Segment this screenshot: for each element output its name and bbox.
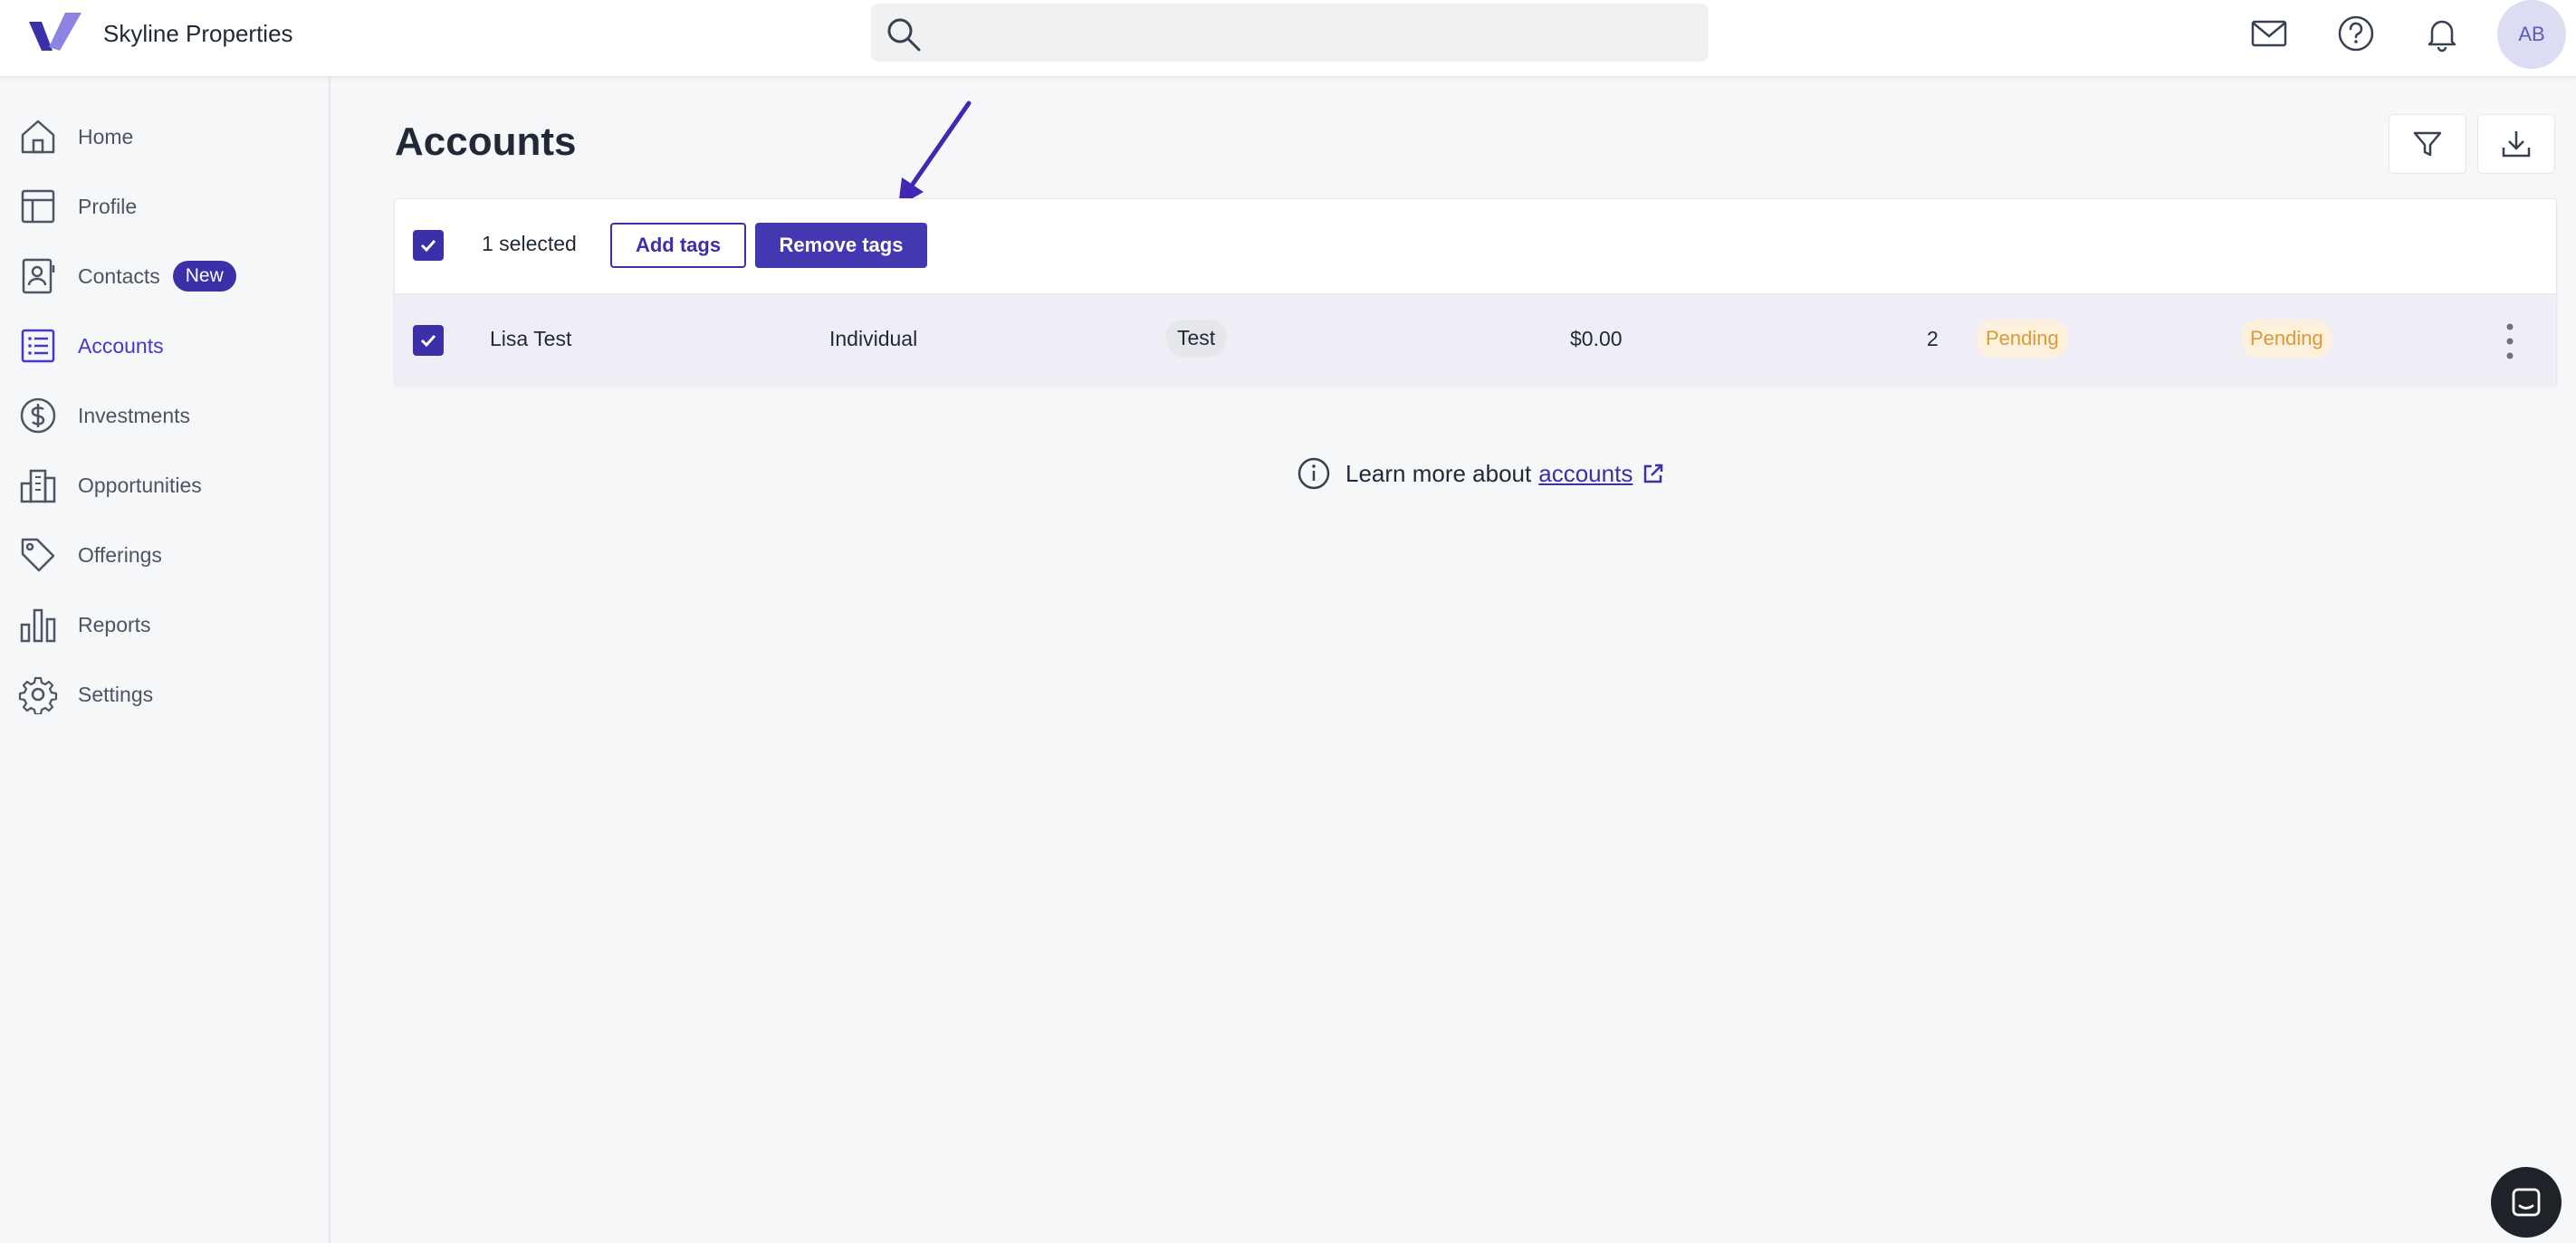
accounts-link[interactable]: accounts <box>1538 460 1633 488</box>
building-icon <box>20 469 56 503</box>
chat-icon <box>2512 1188 2541 1217</box>
sidebar-item-label: Home <box>78 124 134 148</box>
sidebar-item-opportunities[interactable]: Opportunities <box>18 460 317 511</box>
home-icon <box>21 120 55 154</box>
info-icon <box>1298 457 1330 490</box>
sidebar-item-label: Opportunities <box>78 473 202 497</box>
help-icon[interactable] <box>2337 14 2375 53</box>
sidebar-item-reports[interactable]: Reports <box>18 599 317 650</box>
account-amount: $0.00 <box>1570 327 1623 350</box>
account-type: Individual <box>829 327 918 350</box>
sidebar-item-profile[interactable]: Profile <box>18 181 317 232</box>
annotation-arrow-icon <box>898 100 972 206</box>
table-row[interactable]: Lisa Test Individual Test $0.00 2 Pendin… <box>395 293 2556 387</box>
external-link-icon[interactable] <box>1642 462 1665 485</box>
new-badge: New <box>172 261 236 292</box>
download-icon <box>2502 131 2531 158</box>
accounts-table: 1 selected Add tags Remove tags Lisa Tes… <box>394 198 2557 387</box>
search-bar[interactable] <box>871 4 1709 62</box>
avatar[interactable]: AB <box>2497 0 2566 69</box>
status-badge: Pending <box>1977 320 2068 358</box>
top-bar: Skyline Properties AB <box>0 0 2576 77</box>
tag-icon <box>21 538 55 572</box>
learn-more-text: Learn more about <box>1345 459 1532 487</box>
sidebar-item-accounts[interactable]: Accounts <box>18 320 317 371</box>
filter-icon <box>2413 131 2442 157</box>
avatar-initials: AB <box>2518 23 2545 45</box>
sidebar-item-label: Reports <box>78 612 151 636</box>
sidebar-item-label: Contacts <box>78 263 160 288</box>
bell-icon[interactable] <box>2423 14 2461 53</box>
sidebar-item-label: Profile <box>78 194 138 218</box>
brand-name: Skyline Properties <box>103 19 293 47</box>
download-button[interactable] <box>2477 114 2555 174</box>
sidebar-item-offerings[interactable]: Offerings <box>18 530 317 580</box>
accounts-icon <box>21 329 55 363</box>
status-badge: Pending <box>2241 320 2332 358</box>
account-name[interactable]: Lisa Test <box>490 327 571 351</box>
learn-more: Learn more about accounts <box>1297 456 1665 491</box>
bulk-action-bar: 1 selected Add tags Remove tags <box>395 199 2556 293</box>
dollar-icon <box>20 397 56 434</box>
filter-button[interactable] <box>2389 114 2466 174</box>
sidebar-item-label: Settings <box>78 682 154 706</box>
sidebar-item-home[interactable]: Home <box>18 111 317 162</box>
account-count: 2 <box>1927 327 1939 350</box>
select-all-checkbox[interactable] <box>413 230 444 261</box>
more-options-icon[interactable] <box>2501 321 2519 361</box>
contacts-icon <box>22 258 55 294</box>
gear-icon <box>18 676 58 714</box>
bar-chart-icon <box>20 608 56 643</box>
sidebar-item-settings[interactable]: Settings <box>18 669 317 720</box>
check-icon <box>420 334 436 348</box>
sidebar: Home Profile Contacts New Accounts Inves… <box>0 77 330 1243</box>
tag-chip: Test <box>1166 320 1227 357</box>
sidebar-item-label: Accounts <box>78 333 164 358</box>
sidebar-item-label: Investments <box>78 403 190 427</box>
chat-button[interactable] <box>2491 1167 2562 1238</box>
sidebar-item-label: Offerings <box>78 542 162 567</box>
search-input[interactable] <box>934 4 1695 62</box>
add-tags-button[interactable]: Add tags <box>610 223 746 268</box>
search-icon <box>887 18 921 52</box>
mail-icon[interactable] <box>2250 14 2288 53</box>
brand-logo-icon <box>29 13 81 51</box>
sidebar-item-investments[interactable]: Investments <box>18 390 317 441</box>
page-title: Accounts <box>395 120 577 164</box>
check-icon <box>420 239 436 253</box>
brand[interactable]: Skyline Properties <box>29 13 293 54</box>
row-checkbox[interactable] <box>413 325 444 356</box>
sidebar-item-contacts[interactable]: Contacts New <box>18 251 317 301</box>
remove-tags-button[interactable]: Remove tags <box>755 223 927 268</box>
profile-icon <box>21 189 55 224</box>
selected-count: 1 selected <box>482 232 577 255</box>
